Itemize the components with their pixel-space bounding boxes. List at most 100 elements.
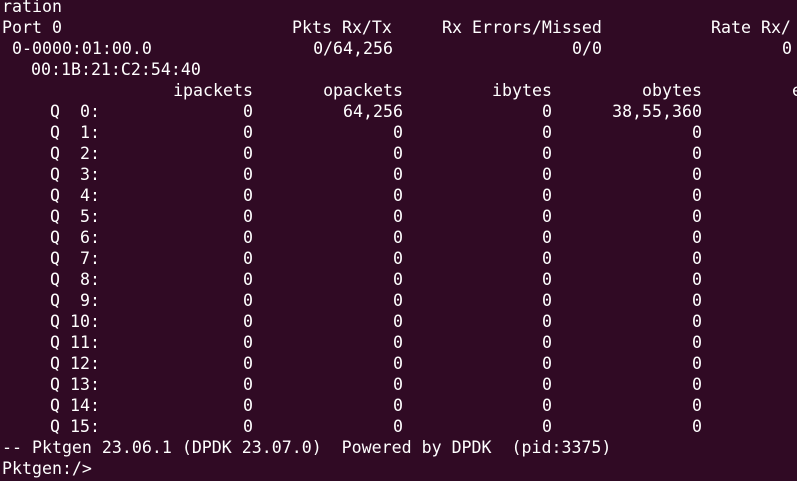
queue-label: Q 9: [50, 291, 100, 310]
queue-row: Q 10: 0 0 0 0 [2, 311, 797, 332]
queue-row: Q 5: 0 0 0 0 [2, 206, 797, 227]
ipackets-value: 0 [243, 270, 253, 289]
obytes-value: 0 [692, 249, 702, 268]
ipackets-value: 0 [243, 333, 253, 352]
ipackets-value: 0 [243, 417, 253, 436]
ibytes-value: 0 [542, 186, 552, 205]
obytes-header: obytes [642, 81, 702, 100]
obytes-value: 0 [692, 396, 702, 415]
pkts-value: 0/64,256 [313, 39, 393, 58]
queue-header-row: ipackets opackets ibytes obytes e [2, 80, 797, 101]
prompt-line[interactable]: Pktgen:/> [2, 458, 797, 479]
footer-line: -- Pktgen 23.06.1 (DPDK 23.07.0) Powered… [2, 437, 797, 458]
opackets-value: 0 [393, 291, 403, 310]
ibytes-value: 0 [542, 228, 552, 247]
ibytes-value: 0 [542, 312, 552, 331]
mac-address: 00:1B:21:C2:54:40 [31, 60, 201, 79]
obytes-value: 0 [692, 270, 702, 289]
opackets-value: 64,256 [343, 102, 403, 121]
obytes-value: 0 [692, 186, 702, 205]
queue-row: Q 11: 0 0 0 0 [2, 332, 797, 353]
queue-label: Q 10: [50, 312, 100, 331]
obytes-value: 0 [692, 417, 702, 436]
opackets-value: 0 [393, 333, 403, 352]
ipackets-value: 0 [243, 186, 253, 205]
ibytes-value: 0 [542, 333, 552, 352]
queue-label: Q 12: [50, 354, 100, 373]
obytes-value: 0 [692, 228, 702, 247]
obytes-value: 0 [692, 165, 702, 184]
obytes-value: 0 [692, 207, 702, 226]
footer-text: -- Pktgen 23.06.1 (DPDK 23.07.0) Powered… [2, 438, 612, 457]
queue-label: Q 1: [50, 123, 100, 142]
ibytes-value: 0 [542, 417, 552, 436]
ipackets-header: ipackets [173, 81, 253, 100]
queue-label: Q 14: [50, 396, 100, 415]
ibytes-value: 0 [542, 123, 552, 142]
ipackets-value: 0 [243, 165, 253, 184]
ipackets-value: 0 [243, 396, 253, 415]
ibytes-value: 0 [542, 270, 552, 289]
obytes-value: 38,55,360 [612, 102, 702, 121]
queue-label: Q 3: [50, 165, 100, 184]
queue-row: Q 15: 0 0 0 0 [2, 416, 797, 437]
queue-label: Q 7: [50, 249, 100, 268]
queue-row: Q 1: 0 0 0 0 [2, 122, 797, 143]
opackets-value: 0 [393, 312, 403, 331]
terminal-line-ration: ration [2, 0, 797, 17]
queue-label: Q 11: [50, 333, 100, 352]
opackets-value: 0 [393, 165, 403, 184]
opackets-value: 0 [393, 249, 403, 268]
ibytes-value: 0 [542, 144, 552, 163]
ipackets-value: 0 [243, 354, 253, 373]
ipackets-value: 0 [243, 144, 253, 163]
ibytes-value: 0 [542, 102, 552, 121]
obytes-value: 0 [692, 354, 702, 373]
obytes-value: 0 [692, 144, 702, 163]
ibytes-value: 0 [542, 165, 552, 184]
opackets-value: 0 [393, 228, 403, 247]
queue-row: Q 9: 0 0 0 0 [2, 290, 797, 311]
queue-label: Q 2: [50, 144, 100, 163]
ipackets-value: 0 [243, 312, 253, 331]
terminal-window[interactable]: ration Port 0 Pkts Rx/Tx Rx Errors/Misse… [2, 0, 797, 481]
obytes-value: 0 [692, 123, 702, 142]
obytes-value: 0 [692, 375, 702, 394]
ibytes-value: 0 [542, 291, 552, 310]
queue-label: Q 15: [50, 417, 100, 436]
opackets-value: 0 [393, 417, 403, 436]
ipackets-value: 0 [243, 102, 253, 121]
queue-row: Q 14: 0 0 0 0 [2, 395, 797, 416]
errors-value: 0/0 [572, 39, 602, 58]
opackets-value: 0 [393, 207, 403, 226]
ipackets-value: 0 [243, 375, 253, 394]
ibytes-header: ibytes [492, 81, 552, 100]
queue-row: Q 3: 0 0 0 0 [2, 164, 797, 185]
opackets-value: 0 [393, 396, 403, 415]
queue-row: Q 0: 0 64,256 0 38,55,360 [2, 101, 797, 122]
queue-row: Q 7: 0 0 0 0 [2, 248, 797, 269]
errors-header: Rx Errors/Missed [442, 18, 602, 37]
ibytes-value: 0 [542, 396, 552, 415]
truncated-text: ration [2, 0, 62, 16]
queue-label: Q 0: [50, 102, 100, 121]
command-prompt[interactable]: Pktgen:/> [2, 458, 92, 479]
queue-label: Q 13: [50, 375, 100, 394]
queue-label: Q 4: [50, 186, 100, 205]
ibytes-value: 0 [542, 249, 552, 268]
opackets-value: 0 [393, 375, 403, 394]
ipackets-value: 0 [243, 123, 253, 142]
obytes-value: 0 [692, 333, 702, 352]
opackets-value: 0 [393, 354, 403, 373]
pci-address: 0-0000:01:00.0 [2, 39, 152, 58]
ipackets-value: 0 [243, 207, 253, 226]
port-label: Port 0 [2, 18, 62, 37]
obytes-value: 0 [692, 312, 702, 331]
ipackets-value: 0 [243, 228, 253, 247]
port-header-row: Port 0 Pkts Rx/Tx Rx Errors/Missed Rate … [2, 17, 797, 38]
queue-label: Q 6: [50, 228, 100, 247]
mac-row: 00:1B:21:C2:54:40 [2, 59, 797, 80]
opackets-value: 0 [393, 123, 403, 142]
ipackets-value: 0 [243, 291, 253, 310]
rate-value: 0 [782, 39, 792, 58]
